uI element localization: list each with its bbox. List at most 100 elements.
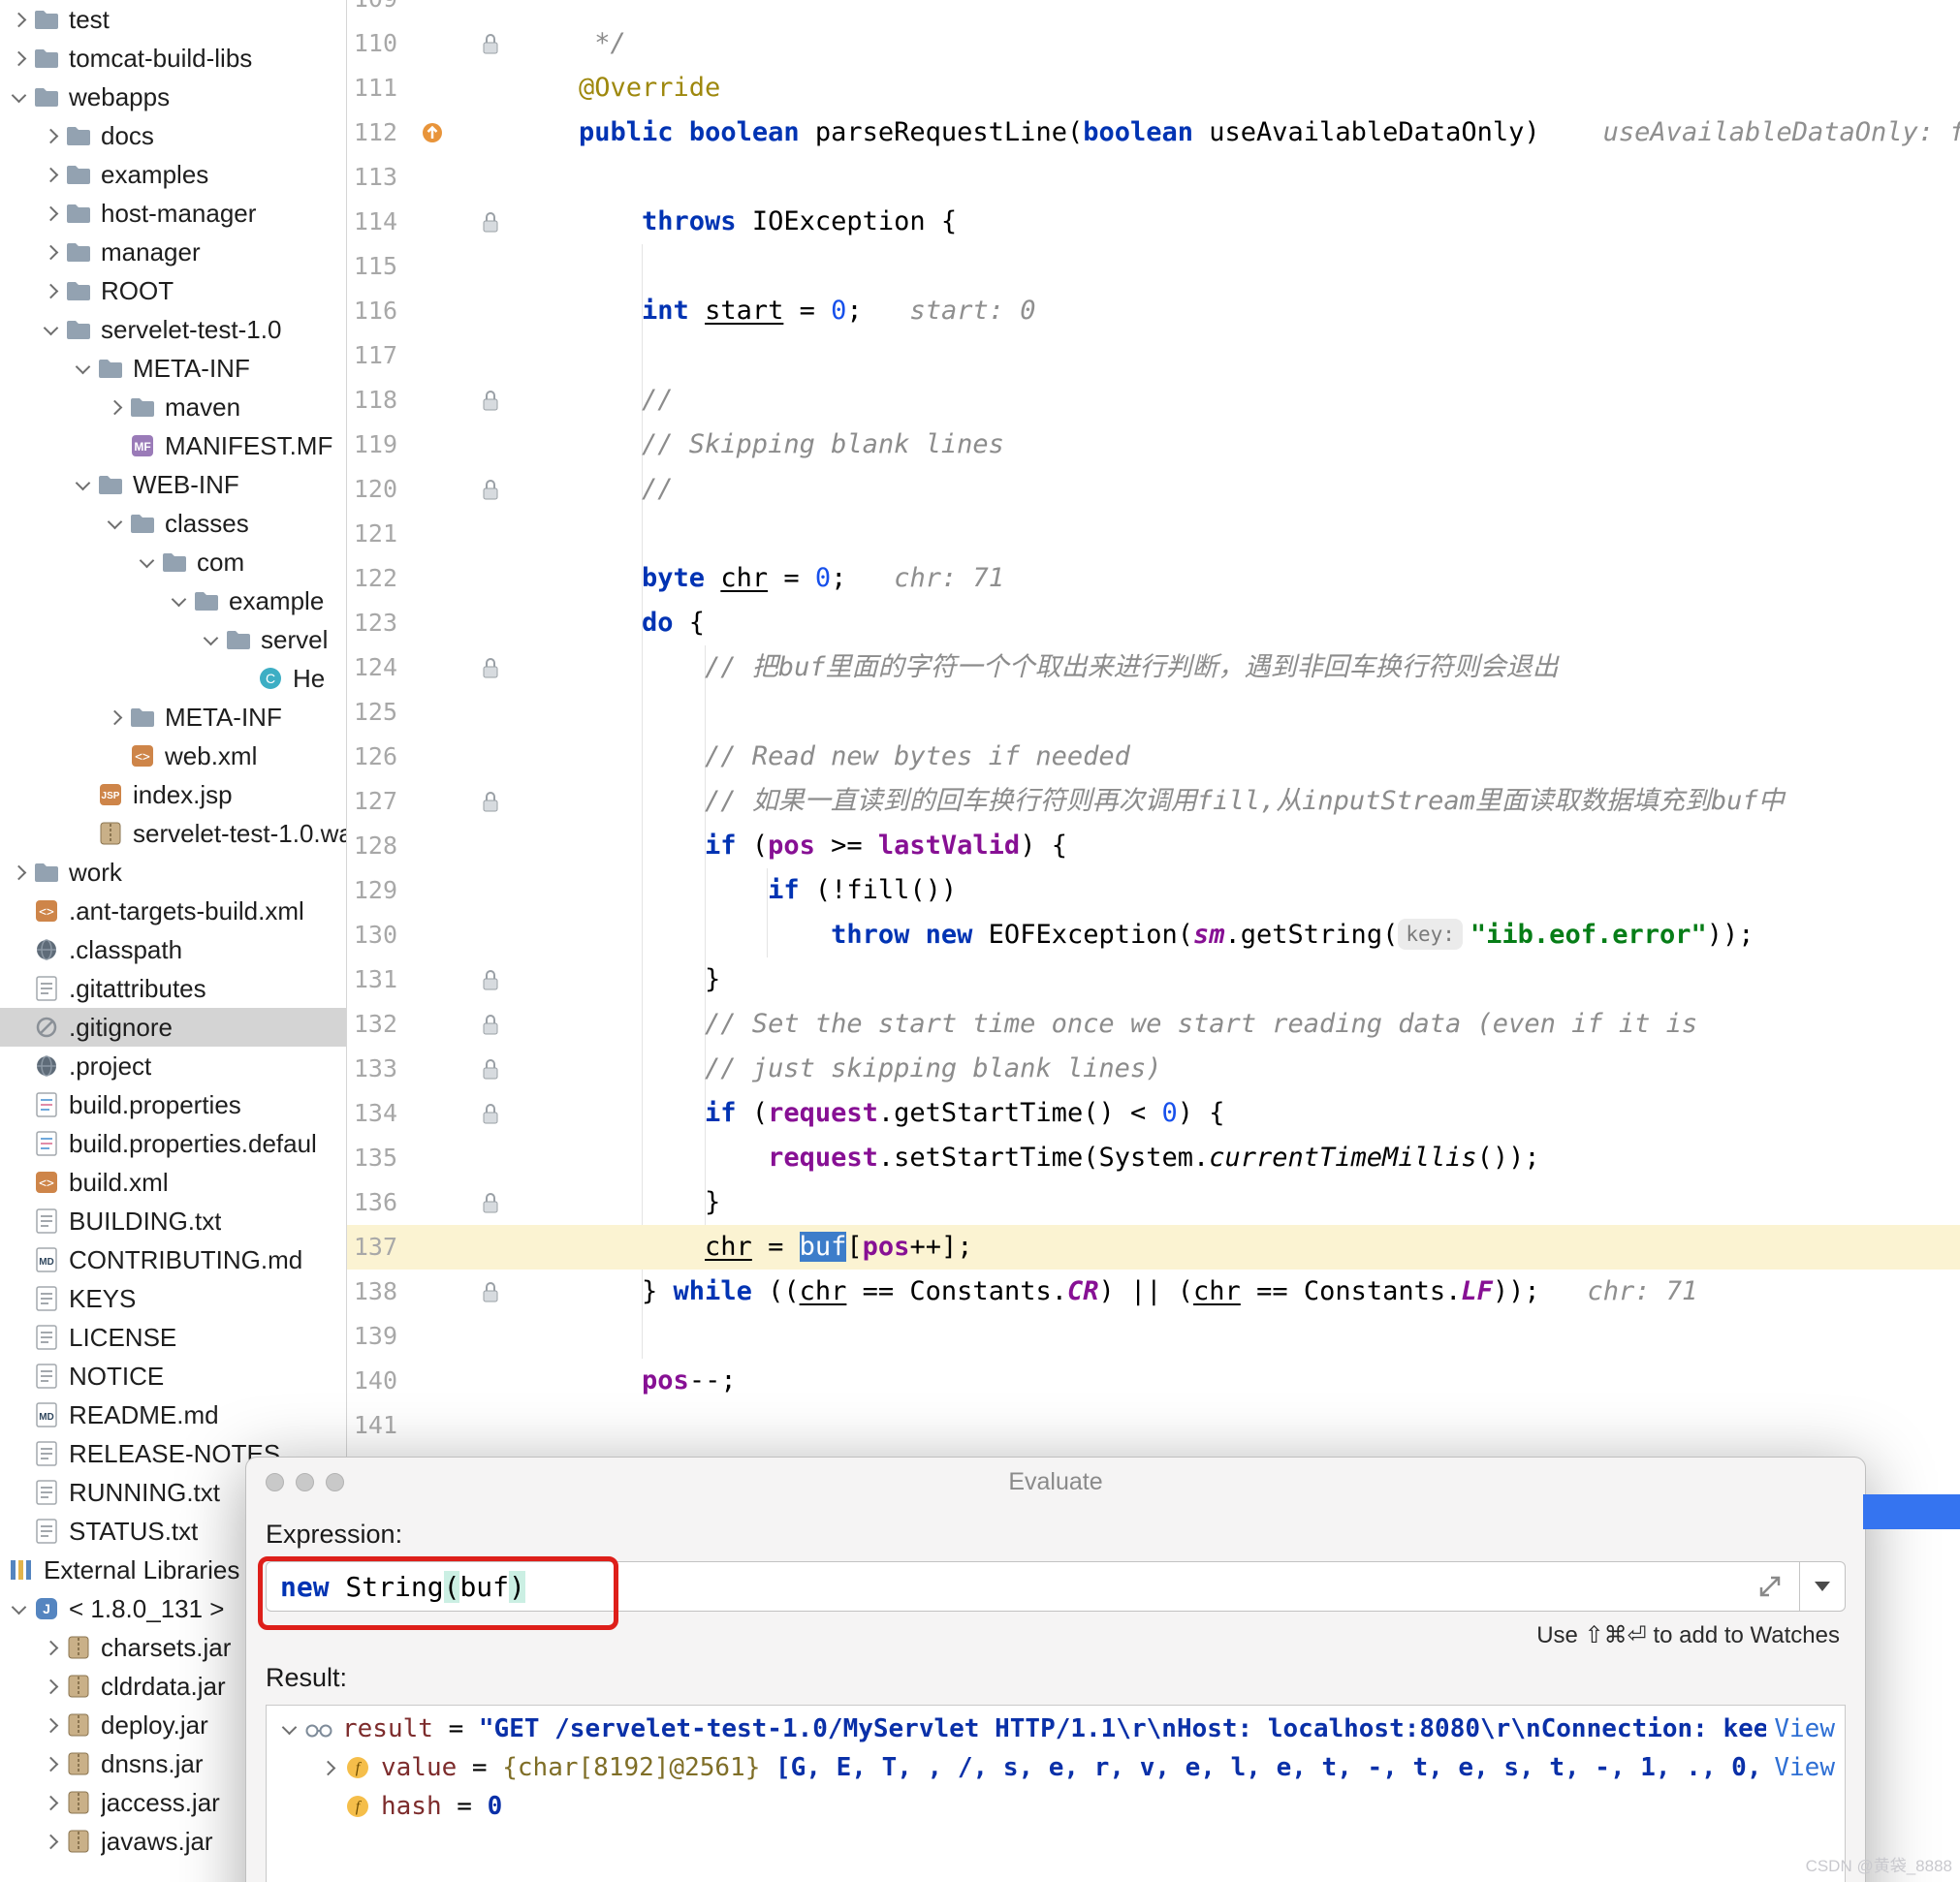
chevron-right-icon[interactable] — [38, 1744, 63, 1783]
tree-item-build-properties[interactable]: build.properties — [0, 1085, 346, 1124]
tree-item-meta-inf[interactable]: META-INF — [0, 698, 346, 737]
view-link[interactable]: View — [1774, 1753, 1835, 1782]
code-line-124[interactable]: 124 // 把buf里面的字符一个个取出来进行判断，遇到非回车换行符则会退出 — [347, 645, 1960, 690]
code-line-135[interactable]: 135 request.setStartTime(System.currentT… — [347, 1136, 1960, 1180]
line-number[interactable]: 113 — [347, 155, 403, 200]
tree-item--ant-targets-build-xml[interactable]: <>.ant-targets-build.xml — [0, 892, 346, 930]
code-line-116[interactable]: 116 int start = 0; start: 0 — [347, 289, 1960, 333]
line-number[interactable]: 137 — [347, 1225, 403, 1270]
code-text[interactable]: @Override — [520, 66, 1960, 110]
tree-item--classpath[interactable]: .classpath — [0, 930, 346, 969]
result-row-result[interactable]: result = "GET /servelet-test-1.0/MyServl… — [276, 1709, 1835, 1748]
code-line-109[interactable]: 109 * — [347, 0, 1960, 21]
code-line-136[interactable]: 136 } — [347, 1180, 1960, 1225]
tree-item-maven[interactable]: maven — [0, 388, 346, 426]
tree-item--gitattributes[interactable]: .gitattributes — [0, 969, 346, 1008]
chevron-right-icon[interactable] — [38, 1706, 63, 1744]
chevron-right-icon[interactable] — [315, 1748, 340, 1787]
line-number[interactable]: 119 — [347, 423, 403, 467]
chevron-right-icon[interactable] — [6, 39, 31, 78]
code-text[interactable]: // Set the start time once we start read… — [520, 1002, 1960, 1047]
view-link[interactable]: View — [1774, 1714, 1835, 1743]
code-line-123[interactable]: 123 do { — [347, 601, 1960, 645]
code-text[interactable]: if (pos >= lastValid) { — [520, 824, 1960, 868]
line-number[interactable]: 138 — [347, 1270, 403, 1314]
code-text[interactable] — [520, 244, 1960, 289]
code-line-130[interactable]: 130 throw new EOFException(sm.getString(… — [347, 913, 1960, 957]
line-number[interactable]: 134 — [347, 1091, 403, 1136]
code-line-140[interactable]: 140 pos--; — [347, 1359, 1960, 1403]
tree-item-docs[interactable]: docs — [0, 116, 346, 155]
tree-item-work[interactable]: work — [0, 853, 346, 892]
tree-item-webapps[interactable]: webapps — [0, 78, 346, 116]
line-number[interactable]: 122 — [347, 556, 403, 601]
chevron-down-icon[interactable] — [102, 504, 127, 543]
line-number[interactable]: 120 — [347, 467, 403, 512]
code-line-128[interactable]: 128 if (pos >= lastValid) { — [347, 824, 1960, 868]
code-text[interactable]: byte chr = 0; chr: 71 — [520, 556, 1960, 601]
line-number[interactable]: 128 — [347, 824, 403, 868]
line-number[interactable]: 139 — [347, 1314, 403, 1359]
chevron-down-icon[interactable] — [6, 78, 31, 116]
chevron-right-icon[interactable] — [38, 194, 63, 233]
tree-item-he[interactable]: CHe — [0, 659, 346, 698]
chevron-right-icon[interactable] — [38, 155, 63, 194]
code-text[interactable]: public boolean parseRequestLine(boolean … — [520, 110, 1960, 155]
dialog-titlebar[interactable]: Evaluate — [246, 1458, 1865, 1506]
line-number[interactable]: 129 — [347, 868, 403, 913]
chevron-right-icon[interactable] — [38, 1822, 63, 1861]
chevron-down-icon[interactable] — [166, 581, 191, 620]
code-text[interactable]: // — [520, 467, 1960, 512]
code-text[interactable]: if (request.getStartTime() < 0) { — [520, 1091, 1960, 1136]
line-number[interactable]: 127 — [347, 779, 403, 824]
code-text[interactable]: } — [520, 1180, 1960, 1225]
chevron-down-icon[interactable] — [198, 620, 223, 659]
chevron-down-icon[interactable] — [134, 543, 159, 581]
code-text[interactable]: pos--; — [520, 1359, 1960, 1403]
tree-item-classes[interactable]: classes — [0, 504, 346, 543]
code-text[interactable]: } while ((chr == Constants.CR) || (chr =… — [520, 1270, 1960, 1314]
tree-item-license[interactable]: LICENSE — [0, 1318, 346, 1357]
code-text[interactable] — [520, 333, 1960, 378]
code-line-117[interactable]: 117 — [347, 333, 1960, 378]
code-line-134[interactable]: 134 if (request.getStartTime() < 0) { — [347, 1091, 1960, 1136]
code-text[interactable]: int start = 0; start: 0 — [520, 289, 1960, 333]
code-text[interactable]: do { — [520, 601, 1960, 645]
chevron-down-icon[interactable] — [6, 1589, 31, 1628]
tree-item-web-xml[interactable]: <>web.xml — [0, 737, 346, 775]
code-text[interactable] — [520, 155, 1960, 200]
code-line-122[interactable]: 122 byte chr = 0; chr: 71 — [347, 556, 1960, 601]
chevron-right-icon[interactable] — [38, 116, 63, 155]
line-number[interactable]: 116 — [347, 289, 403, 333]
code-line-118[interactable]: 118 // — [347, 378, 1960, 423]
code-text[interactable]: } — [520, 957, 1960, 1002]
code-text[interactable]: // — [520, 378, 1960, 423]
tree-item-contributing-md[interactable]: MDCONTRIBUTING.md — [0, 1240, 346, 1279]
line-number[interactable]: 124 — [347, 645, 403, 690]
line-number[interactable]: 109 — [347, 0, 403, 21]
line-number[interactable]: 126 — [347, 735, 403, 779]
code-line-137[interactable]: 137 chr = buf[pos++]; — [347, 1225, 1960, 1270]
result-row-value[interactable]: f value = {char[8192]@2561} [G, E, T, , … — [276, 1748, 1835, 1787]
code-line-139[interactable]: 139 — [347, 1314, 1960, 1359]
tree-item-root[interactable]: ROOT — [0, 271, 346, 310]
expand-editor-icon[interactable] — [1755, 1572, 1785, 1606]
code-line-115[interactable]: 115 — [347, 244, 1960, 289]
line-number[interactable]: 131 — [347, 957, 403, 1002]
code-line-127[interactable]: 127 // 如果一直读到的回车换行符则再次调用fill,从inputStrea… — [347, 779, 1960, 824]
tree-item-meta-inf[interactable]: META-INF — [0, 349, 346, 388]
chevron-right-icon[interactable] — [102, 388, 127, 426]
code-line-131[interactable]: 131 } — [347, 957, 1960, 1002]
code-line-113[interactable]: 113 — [347, 155, 1960, 200]
tree-item--project[interactable]: .project — [0, 1047, 346, 1085]
tree-item-readme-md[interactable]: MDREADME.md — [0, 1396, 346, 1434]
code-line-120[interactable]: 120 // — [347, 467, 1960, 512]
code-text[interactable]: throw new EOFException(sm.getString(key:… — [520, 913, 1960, 957]
chevron-down-icon[interactable] — [38, 310, 63, 349]
code-text[interactable]: // just skipping blank lines) — [520, 1047, 1960, 1091]
line-number[interactable]: 110 — [347, 21, 403, 66]
chevron-right-icon[interactable] — [38, 1667, 63, 1706]
code-line-129[interactable]: 129 if (!fill()) — [347, 868, 1960, 913]
tree-item--gitignore[interactable]: .gitignore — [0, 1008, 346, 1047]
code-line-141[interactable]: 141 — [347, 1403, 1960, 1448]
